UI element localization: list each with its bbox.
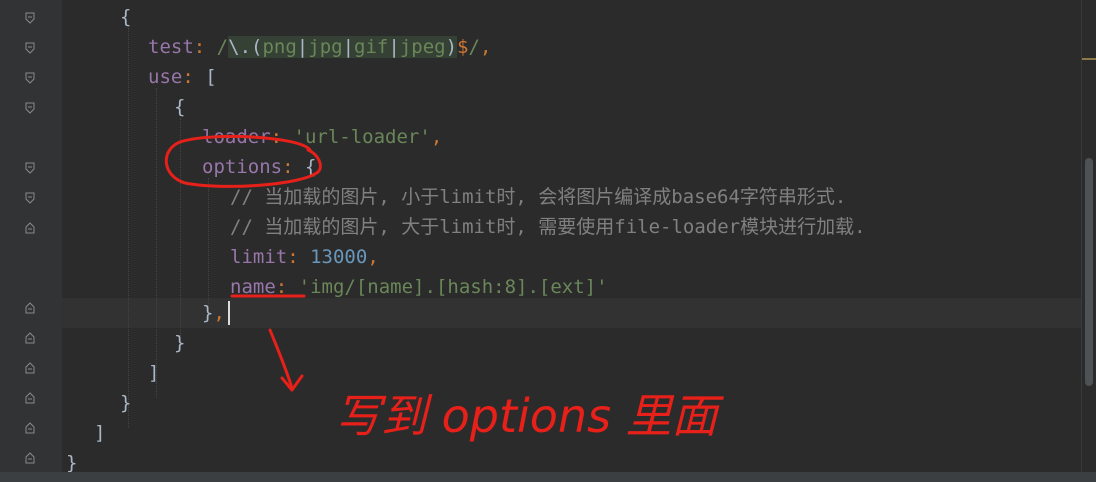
fold-marker-icon[interactable]	[25, 12, 35, 24]
scroll-thumb[interactable]	[1085, 158, 1093, 386]
regex-escape: \.	[228, 36, 252, 58]
colon: :	[182, 66, 194, 88]
code-line-9[interactable]: limit: 13000,	[230, 242, 379, 272]
text-caret	[228, 301, 230, 325]
property-loader: loader	[202, 126, 271, 148]
code-line-4[interactable]: {	[174, 92, 185, 122]
regex-pipe: |	[388, 36, 400, 58]
regex-alt: jpg	[308, 36, 343, 58]
colon: :	[275, 276, 288, 298]
code-line-3[interactable]: use: [	[148, 62, 217, 92]
fold-marker-icon[interactable]	[25, 162, 35, 174]
bracket: [	[205, 66, 217, 88]
fold-marker-icon[interactable]	[25, 222, 35, 234]
brace: {	[304, 156, 317, 178]
colon: :	[193, 36, 206, 58]
bracket: ]	[94, 422, 106, 444]
fold-marker-icon[interactable]	[25, 102, 35, 114]
fold-marker-icon[interactable]	[25, 42, 35, 54]
comma: ,	[430, 126, 443, 148]
scroll-marker	[1082, 58, 1096, 60]
fold-marker-icon[interactable]	[25, 192, 35, 204]
regex-alt: jpeg	[399, 36, 446, 58]
fold-marker-icon[interactable]	[25, 422, 35, 434]
fold-marker-icon[interactable]	[25, 72, 35, 84]
code-editor[interactable]: { test: /\.(png|jpg|gif|jpeg)$/, use: [ …	[62, 0, 1082, 482]
number-value: 13000	[310, 246, 368, 268]
code-line-7[interactable]: // 当加载的图片, 小于limit时, 会将图片编译成base64字符串形式.	[230, 182, 846, 212]
regex-paren: (	[251, 36, 263, 58]
code-line-1[interactable]: {	[120, 2, 131, 32]
horizontal-scrollbar[interactable]	[0, 472, 1096, 482]
brace: }	[174, 332, 186, 354]
regex-alt: png	[262, 36, 297, 58]
code-comment: // 当加载的图片, 小于limit时, 会将图片编译成base64字符串形式.	[230, 186, 847, 208]
comma: ,	[367, 246, 379, 268]
fold-marker-icon[interactable]	[25, 452, 35, 464]
comma: ,	[479, 36, 492, 58]
code-line-12[interactable]: }	[174, 328, 185, 358]
regex-slash: /	[468, 36, 480, 58]
regex-anchor: $	[457, 36, 469, 58]
colon: :	[287, 246, 299, 268]
indent-guide	[180, 118, 181, 338]
property-limit: limit	[230, 246, 288, 268]
regex-alt: gif	[354, 36, 389, 58]
vertical-scrollbar[interactable]	[1081, 0, 1096, 482]
fold-marker-icon[interactable]	[25, 392, 35, 404]
property-options: options	[202, 156, 283, 178]
colon: :	[282, 156, 294, 178]
brace: {	[120, 6, 132, 28]
string-value: 'img/[name].[hash:8].[ext]'	[298, 276, 608, 298]
code-line-6[interactable]: options: {	[202, 152, 316, 182]
code-line-2[interactable]: test: /\.(png|jpg|gif|jpeg)$/,	[148, 32, 491, 62]
indent-guide	[128, 28, 129, 428]
code-comment: // 当加载的图片, 大于limit时, 需要使用file-loader模块进行…	[230, 216, 866, 238]
regex-slash: /	[216, 36, 229, 58]
colon: :	[270, 126, 283, 148]
code-line-10[interactable]: name: 'img/[name].[hash:8].[ext]'	[230, 272, 608, 302]
line-gutter	[0, 0, 62, 482]
code-line-8[interactable]: // 当加载的图片, 大于limit时, 需要使用file-loader模块进行…	[230, 212, 866, 242]
regex-pipe: |	[296, 36, 309, 58]
fold-marker-icon[interactable]	[25, 362, 35, 374]
indent-guide	[156, 88, 157, 398]
code-line-11[interactable]: },	[202, 298, 225, 328]
string-value: 'url-loader'	[293, 126, 431, 148]
code-line-13[interactable]: ]	[148, 358, 159, 388]
brace: }	[202, 302, 214, 324]
bracket: ]	[148, 362, 160, 384]
comma: ,	[213, 302, 225, 324]
brace: }	[66, 452, 78, 474]
brace: }	[120, 392, 132, 414]
regex-paren: )	[445, 36, 458, 58]
property-test: test	[148, 36, 194, 58]
brace: {	[174, 96, 186, 118]
fold-marker-icon[interactable]	[25, 332, 35, 344]
fold-marker-icon[interactable]	[25, 302, 35, 314]
property-use: use	[148, 66, 183, 88]
indent-guide	[208, 178, 209, 308]
code-line-5[interactable]: loader: 'url-loader',	[202, 122, 442, 152]
property-name: name	[230, 276, 276, 298]
code-line-15[interactable]: ]	[94, 418, 105, 448]
code-line-14[interactable]: }	[120, 388, 131, 418]
regex-pipe: |	[342, 36, 355, 58]
